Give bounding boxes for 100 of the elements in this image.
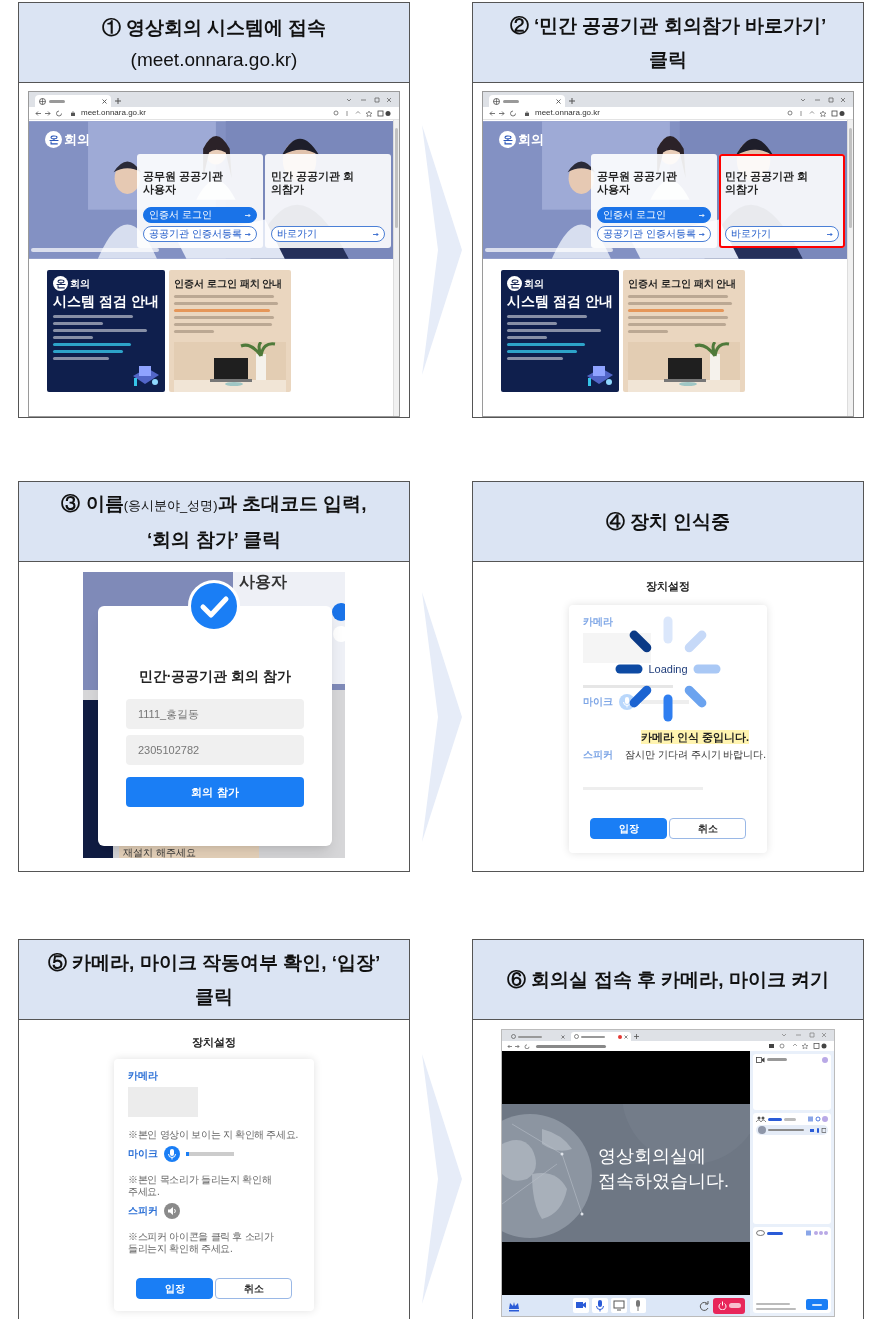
collapse-icon[interactable]: [822, 1057, 828, 1063]
plus-icon[interactable]: [634, 1034, 639, 1039]
panel-tools-icon: [808, 1116, 828, 1122]
chat-icon: [756, 1230, 765, 1236]
arrow-icon: [245, 212, 251, 218]
step-title: ⑤ 카메라, 마이크 작동여부 확인, ‘입장’ 클릭: [46, 950, 382, 1009]
browser-toolbar-icons-drawing: [333, 109, 393, 117]
refresh-icon[interactable]: [698, 1299, 710, 1312]
background-text: 재설치 해주세요: [123, 848, 196, 858]
step-title: ⑥ 회의실 접속 후 카메라, 마이크 켜기: [506, 967, 830, 992]
notice-title: 인증서 로그인 패치 안내: [174, 277, 284, 290]
blurred-text-bar: [536, 1044, 606, 1048]
participant-row[interactable]: [756, 1125, 828, 1135]
lock-icon: [525, 110, 529, 116]
blurred-text-bar: [507, 322, 557, 325]
notice-title: 인증서 로그인 패치 안내: [628, 277, 738, 290]
browser-toolbar-icons-drawing: [769, 1043, 829, 1049]
arrow-icon: [699, 231, 705, 237]
status-submessage: 잠시만 기다려 주시기 바랍니다.: [625, 749, 767, 760]
step-title: ④ 장치 인식중: [604, 509, 732, 534]
microphone-icon[interactable]: [592, 1298, 608, 1313]
microphone-icon[interactable]: [630, 1298, 646, 1313]
blurred-text-bar: [507, 350, 577, 353]
blurred-text-bar: [53, 336, 93, 339]
speaker-icon[interactable]: [164, 1202, 180, 1219]
browser-tab[interactable]: [489, 95, 565, 107]
notice-title: 시스템 점검 안내: [53, 292, 159, 310]
level-meter: [641, 699, 689, 704]
loading-text: Loading: [648, 661, 688, 677]
hint-text: ※본인 목소리가 들리는지 확인해 주세요.: [128, 1173, 273, 1198]
navigation-buttons-drawing: [35, 109, 65, 117]
plus-icon[interactable]: [569, 98, 575, 104]
link-button[interactable]: 공공기관 인증서등록: [143, 226, 257, 242]
logo-mark: 온: [53, 276, 68, 291]
cancel-button[interactable]: 취소: [215, 1277, 292, 1299]
hint-text: ※본인 영상이 보이는 지 확인해 주세요.: [128, 1128, 300, 1141]
blurred-text-bar: [784, 1117, 796, 1121]
link-button[interactable]: 공공기관 인증서등록: [597, 226, 711, 242]
input-field[interactable]: 2305102782: [126, 735, 304, 765]
notice-title: 시스템 점검 안내: [507, 292, 613, 310]
blurred-text-bar: [767, 1058, 787, 1061]
lock-icon: [71, 110, 75, 116]
browser-tab[interactable]: [508, 1032, 568, 1041]
card-title: 공무원 공공기관 사용자: [597, 170, 679, 196]
device-label: 카메라: [583, 616, 614, 627]
blurred-text-bar: [174, 330, 214, 333]
status-message: 카메라 인식 중입니다.: [641, 729, 750, 744]
globe-icon: [493, 97, 500, 105]
close-icon[interactable]: [102, 98, 107, 104]
connected-message: 영상회의실에 접속하였습니다.: [598, 1145, 730, 1193]
close-icon[interactable]: [556, 98, 561, 104]
screen-heading: 장치설정: [646, 579, 690, 594]
enter-button[interactable]: 입장: [136, 1277, 213, 1299]
end-meeting-button[interactable]: [713, 1297, 745, 1314]
panel-tools-icon: [806, 1230, 828, 1236]
step-title: ③ 이름(응시분야_성명)과 초대코드 입력, ‘회의 참가’ 클릭: [60, 491, 368, 552]
blurred-text-bar: [507, 357, 563, 360]
device-label: 스피커: [583, 749, 613, 760]
close-icon[interactable]: [561, 1034, 565, 1039]
arrow-icon: [245, 231, 251, 237]
device-label: 마이크: [583, 696, 613, 707]
browser-tab[interactable]: [35, 95, 111, 107]
close-icon[interactable]: [624, 1034, 628, 1039]
link-button[interactable]: 바로가기: [725, 226, 839, 242]
join-button[interactable]: 회의 참가: [126, 777, 304, 807]
arrow-icon: [699, 212, 705, 218]
microphone-icon[interactable]: [164, 1145, 180, 1162]
browser-tab[interactable]: [571, 1032, 631, 1041]
power-icon: [717, 1301, 727, 1310]
plus-icon[interactable]: [115, 98, 121, 104]
navigation-buttons-drawing: [489, 109, 519, 117]
window-controls-drawing: [780, 1032, 828, 1038]
globe-icon: [574, 1034, 579, 1039]
device-label: 마이크: [128, 1148, 158, 1159]
device-label: 스피커: [128, 1205, 158, 1216]
avatar-icon: [758, 1126, 766, 1134]
globe-icon: [511, 1034, 516, 1039]
logo-text: 회의: [518, 131, 544, 149]
enter-button[interactable]: 입장: [590, 817, 667, 839]
link-button[interactable]: 바로가기: [271, 226, 385, 242]
login-button[interactable]: 인증서 로그인: [143, 207, 257, 223]
blurred-text-bar: [518, 1035, 542, 1038]
send-button[interactable]: [806, 1299, 828, 1310]
logo-text: 회의: [70, 277, 90, 291]
card-title: 민간 공공기관 회의참가: [271, 170, 356, 196]
input-field[interactable]: 1111_홍길동: [126, 699, 304, 729]
background-text: 사용자: [239, 574, 287, 590]
card-title: 민간 공공기관 회의참가: [725, 170, 810, 196]
blurred-text-bar: [507, 336, 547, 339]
url-text: meet.onnara.go.kr: [535, 109, 600, 117]
cancel-button[interactable]: 취소: [669, 817, 746, 839]
blurred-text-bar: [728, 1303, 741, 1308]
logo-mark: 온: [507, 276, 522, 291]
globe-icon: [39, 97, 46, 105]
screen-heading: 장치설정: [192, 1035, 236, 1050]
record-dot-icon: [618, 1034, 622, 1039]
step-subtitle: (meet.onnara.go.kr): [129, 47, 299, 72]
camera-icon[interactable]: [573, 1298, 589, 1313]
login-button[interactable]: 인증서 로그인: [597, 207, 711, 223]
logo-text: 회의: [524, 277, 544, 291]
